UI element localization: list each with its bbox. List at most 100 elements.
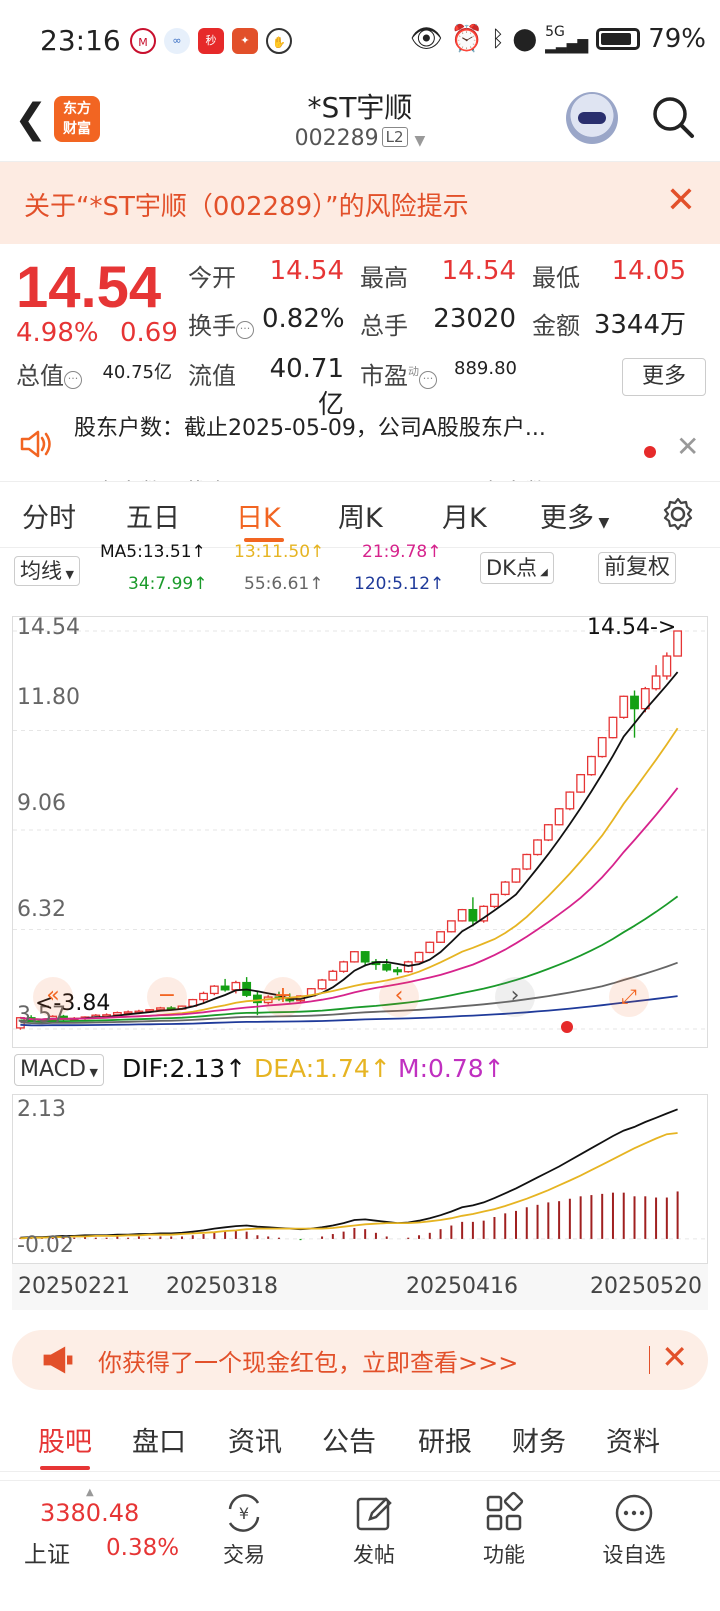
tab-news[interactable]: 资讯 [228, 1420, 282, 1459]
ticker-text[interactable]: 股东户数：截止2025-05-09，公司A股股东户... [74, 410, 546, 442]
candle [339, 960, 349, 973]
grid-icon [486, 1491, 524, 1531]
tab-intraday[interactable]: 分时 [22, 496, 76, 535]
news-ticker[interactable]: 股东户数：截止2025-05-09，公司A股股东户... 股东户数：截止2025… [0, 410, 720, 482]
more-dots-icon [615, 1494, 653, 1532]
search-icon[interactable] [650, 94, 696, 140]
tab-research[interactable]: 研报 [418, 1420, 472, 1459]
open-value: 14.54 [269, 256, 344, 286]
notification-icons: M ∞ 秒 ✦ ✋ [130, 28, 292, 54]
ai-assistant-robot-icon[interactable] [566, 92, 618, 144]
ma5-value: MA5:13.51↑ [100, 542, 206, 562]
candle [457, 908, 467, 922]
speaker-icon [20, 430, 51, 458]
info-icon[interactable]: ··· [419, 371, 437, 389]
candle [543, 824, 553, 842]
candle [349, 950, 359, 963]
index-widget[interactable]: ▲ 3380.48 上证 0.38% [0, 1481, 190, 1611]
dif-value: DIF:2.13↑ [122, 1054, 247, 1083]
tab-finance[interactable]: 财务 [512, 1420, 566, 1459]
candle [199, 991, 208, 1003]
quote-panel: 14.54 4.98% 0.69 今开 14.54 最高 14.54 最低 14… [0, 244, 720, 420]
candle [597, 736, 607, 758]
candle [576, 773, 586, 793]
tab-daily-k[interactable]: 日K [236, 496, 281, 535]
risk-notice-text[interactable]: 关于“*ST宇顺（002289）”的风险提示 [24, 186, 469, 223]
ma-select-label: 均线 [20, 559, 62, 583]
macd-chart[interactable]: 2.13 -0.02 [12, 1094, 708, 1264]
corner-arrow-icon: ◢ [536, 567, 548, 578]
y-tick-label: 9.06 [17, 791, 66, 816]
system-icons: 👁 ⏰ ᛒ ⬤ 5G ▂▃▅▇ 79% [410, 24, 706, 54]
promo-text[interactable]: 你获得了一个现金红包，立即查看>>> [98, 1343, 518, 1378]
divider [649, 1346, 650, 1374]
candle [317, 978, 327, 990]
expand-icon[interactable]: ⤢ [609, 977, 649, 1017]
market-cap-label-text: 总值 [16, 362, 64, 390]
minus-icon[interactable]: − [147, 977, 187, 1017]
macd-svg[interactable] [13, 1095, 707, 1263]
info-icon[interactable]: ··· [236, 321, 254, 339]
bluetooth-icon: ᛒ [491, 26, 505, 52]
tab-weekly-k[interactable]: 周K [338, 496, 383, 535]
eye-icon: 👁 [409, 24, 443, 54]
nav-trade[interactable]: ¥ 交易 [194, 1481, 294, 1569]
marker-dot [561, 1021, 573, 1033]
ma-indicator-bar: 均线 ▼ MA5:13.51↑ 13:11.50↑ 21:9.78↑ 34:7.… [0, 542, 720, 616]
macd-select[interactable]: MACD ▼ [14, 1054, 104, 1086]
low-value: 14.05 [611, 256, 686, 286]
gear-icon[interactable] [660, 496, 696, 532]
ma34-line [20, 895, 679, 1023]
pe-dynamic-sup: 动 [408, 365, 419, 378]
close-icon[interactable]: ✕ [666, 180, 696, 221]
close-icon[interactable]: ✕ [661, 1338, 688, 1376]
candle [393, 966, 402, 976]
nav-add-watchlist[interactable]: 设自选 [584, 1481, 684, 1569]
risk-notice-banner[interactable]: 关于“*ST宇顺（002289）”的风险提示 ✕ [0, 162, 720, 244]
ma-select[interactable]: 均线 ▼ [14, 556, 80, 586]
ma120-value: 120:5.12↑ [354, 574, 445, 594]
kline-chart[interactable]: 14.54 11.80 9.06 6.32 3.57 14.54-> <-3.8… [12, 615, 708, 1048]
chevron-left-icon[interactable]: ‹ [379, 977, 419, 1017]
candle [414, 951, 424, 963]
tab-orderbook[interactable]: 盘口 [132, 1420, 186, 1459]
nav-trade-label: 交易 [223, 1543, 265, 1567]
candle [662, 652, 672, 680]
nav-post[interactable]: 发帖 [324, 1481, 424, 1569]
nav-functions[interactable]: 功能 [454, 1481, 554, 1569]
adjust-select[interactable]: 前复权 [598, 552, 677, 584]
kline-svg[interactable] [13, 617, 707, 1047]
current-price: 14.54 [16, 255, 162, 320]
y-tick-label: 6.32 [17, 897, 66, 922]
double-left-arrow-icon[interactable]: « [33, 977, 73, 1017]
content-tabs: 股吧 盘口 资讯 公告 研报 财务 资料 [0, 1400, 720, 1472]
tab-monthly-k[interactable]: 月K [442, 496, 487, 535]
period-tabs: 分时 五日 日K 周K 月K 更多 ▼ [0, 482, 720, 548]
close-icon[interactable]: ✕ [676, 430, 699, 463]
tab-more-label: 更多 [540, 503, 594, 534]
date-axis: 20250221 20250318 20250416 20250520 [12, 1264, 708, 1310]
tab-forum[interactable]: 股吧 [38, 1420, 92, 1459]
float-cap-label: 流值 [188, 362, 236, 390]
more-button[interactable]: 更多 [622, 358, 706, 396]
signal-icon: 5G ▂▃▅▇ [545, 24, 589, 54]
plus-icon[interactable]: + [263, 977, 303, 1017]
index-percent: 0.38% [106, 1535, 180, 1561]
candle [436, 931, 446, 944]
tab-more[interactable]: 更多 ▼ [540, 496, 609, 535]
dk-point-select[interactable]: DK点 ◢ [480, 552, 554, 584]
chevron-right-icon[interactable]: › [495, 977, 535, 1017]
dropdown-arrow-icon: ▼ [594, 515, 610, 531]
ma55-value: 55:6.61↑ [244, 574, 324, 594]
tab-five-day[interactable]: 五日 [126, 496, 180, 535]
up-triangle-icon: ▲ [86, 1487, 94, 1498]
tab-profile[interactable]: 资料 [606, 1420, 660, 1459]
dk-label: DK点 [486, 556, 537, 580]
tab-announcements[interactable]: 公告 [322, 1420, 376, 1459]
candle [242, 977, 252, 998]
bottom-nav: ▲ 3380.48 上证 0.38% ¥ 交易 发帖 功能 设自选 [0, 1480, 720, 1610]
hand-app-icon: ✋ [266, 28, 292, 54]
candle [500, 880, 510, 896]
red-packet-banner[interactable]: 你获得了一个现金红包，立即查看>>> ✕ [12, 1330, 708, 1390]
info-icon[interactable]: ··· [64, 371, 82, 389]
